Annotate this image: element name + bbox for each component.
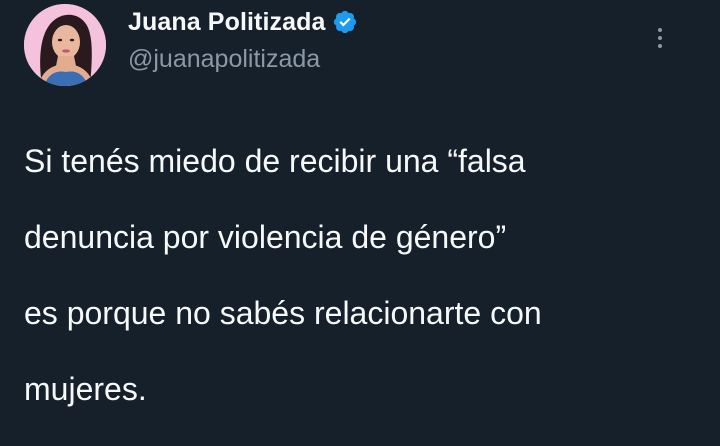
display-name-row: Juana Politizada: [128, 4, 358, 40]
verified-badge-icon[interactable]: [332, 9, 358, 35]
tweet-text-line: denuncia por violencia de género”: [24, 219, 507, 255]
avatar-image: [24, 4, 106, 86]
user-handle[interactable]: @juanapolitizada: [128, 42, 358, 76]
avatar[interactable]: [24, 4, 106, 86]
tweet-card: Juana Politizada @juanapolitizada Si ten…: [0, 0, 720, 407]
tweet-text-line: Si tenés miedo de recibir una “falsa: [24, 143, 526, 179]
tweet-text-line: mujeres.: [24, 371, 147, 407]
tweet-text: Si tenés miedo de recibir una “falsa den…: [24, 104, 704, 446]
tweet-header: Juana Politizada @juanapolitizada: [24, 4, 696, 86]
more-dot: [658, 28, 662, 32]
more-dot: [658, 44, 662, 48]
author-names: Juana Politizada @juanapolitizada: [128, 4, 358, 76]
tweet-text-line: es porque no sabés relacionarte con: [24, 295, 542, 331]
more-options-icon[interactable]: [650, 20, 670, 56]
more-dot: [658, 36, 662, 40]
display-name[interactable]: Juana Politizada: [128, 4, 326, 40]
